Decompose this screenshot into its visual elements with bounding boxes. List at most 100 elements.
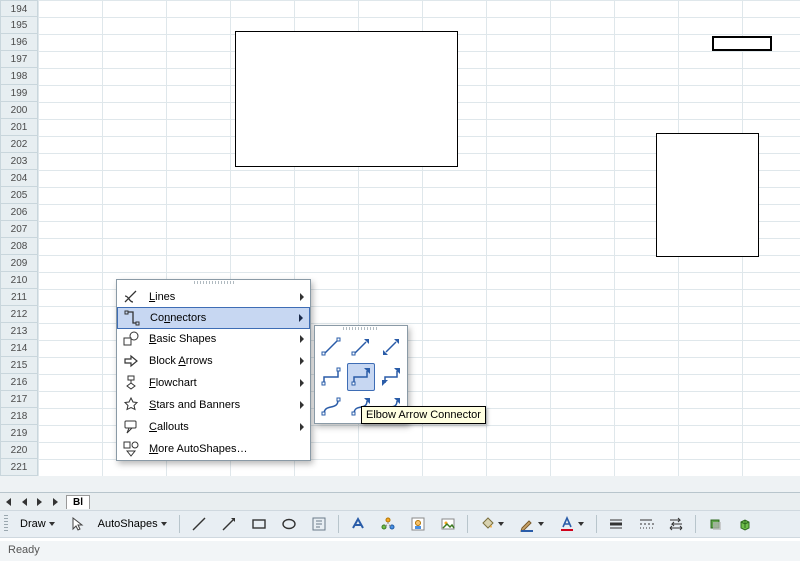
row-header[interactable]: 221 (0, 459, 38, 476)
autoshapes-menu-button[interactable]: AutoShapes (92, 513, 174, 535)
menu-grip[interactable] (194, 281, 234, 284)
menu-item-label: Block Arrows (145, 355, 300, 367)
row-header[interactable]: 204 (0, 170, 38, 187)
clipart-button[interactable] (404, 513, 432, 535)
menu-item-callouts[interactable]: Callouts (117, 416, 310, 438)
textbox-icon (311, 516, 327, 532)
row-header[interactable]: 194 (0, 0, 38, 17)
textbox-tool-button[interactable] (305, 513, 333, 535)
row-header[interactable]: 209 (0, 255, 38, 272)
row-header[interactable]: 218 (0, 408, 38, 425)
fill-color-button[interactable] (473, 513, 511, 535)
menu-item-flowchart[interactable]: Flowchart (117, 372, 310, 394)
oval-tool-button[interactable] (275, 513, 303, 535)
rectangle-tool-button[interactable] (245, 513, 273, 535)
menu-item-block-arrows[interactable]: Block Arrows (117, 350, 310, 372)
row-header[interactable]: 202 (0, 136, 38, 153)
row-header[interactable]: 219 (0, 425, 38, 442)
row-header[interactable]: 213 (0, 323, 38, 340)
row-header[interactable]: 217 (0, 391, 38, 408)
line-tool-button[interactable] (185, 513, 213, 535)
menu-item-label: Flowchart (145, 377, 300, 389)
clipart-icon (410, 516, 426, 532)
elbow-connector[interactable] (317, 363, 345, 391)
row-header[interactable]: 196 (0, 34, 38, 51)
row-header[interactable]: 199 (0, 85, 38, 102)
row-header[interactable]: 211 (0, 289, 38, 306)
autoshapes-menu-label: AutoShapes (98, 518, 158, 530)
connector-icon (349, 335, 373, 359)
line-icon (191, 516, 207, 532)
font-color-button[interactable] (553, 513, 591, 535)
dash-style-icon (638, 516, 654, 532)
row-header[interactable]: 210 (0, 272, 38, 289)
rectangle-icon (251, 516, 267, 532)
insert-picture-button[interactable] (434, 513, 462, 535)
tab-nav-next[interactable] (32, 494, 48, 510)
row-header[interactable]: 212 (0, 306, 38, 323)
straight-double-arrow-connector[interactable] (377, 333, 405, 361)
active-cell[interactable] (712, 36, 772, 51)
diagram-button[interactable] (374, 513, 402, 535)
row-header[interactable]: 220 (0, 442, 38, 459)
row-header[interactable]: 205 (0, 187, 38, 204)
tab-nav-first[interactable] (0, 494, 16, 510)
status-bar: Ready (0, 541, 800, 561)
row-header[interactable]: 195 (0, 17, 38, 34)
line-color-button[interactable] (513, 513, 551, 535)
rectangle-shape[interactable] (656, 133, 759, 257)
menu-item-label: Callouts (145, 421, 300, 433)
tooltip: Elbow Arrow Connector (361, 406, 486, 424)
wordart-button[interactable] (344, 513, 372, 535)
row-header[interactable]: 215 (0, 357, 38, 374)
row-header[interactable]: 203 (0, 153, 38, 170)
elbow-double-arrow-connector[interactable] (377, 363, 405, 391)
curved-connector[interactable] (317, 393, 345, 421)
arrow-style-button[interactable] (662, 513, 690, 535)
menu-item-stars-banners[interactable]: Stars and Banners (117, 394, 310, 416)
3d-style-button[interactable] (731, 513, 759, 535)
connector-icon (319, 365, 343, 389)
line-style-button[interactable] (602, 513, 630, 535)
row-header[interactable]: 201 (0, 119, 38, 136)
callouts-icon (122, 418, 140, 436)
tab-nav-prev[interactable] (16, 494, 32, 510)
menu-item-basic-shapes[interactable]: Basic Shapes (117, 328, 310, 350)
straight-connector[interactable] (317, 333, 345, 361)
row-header[interactable]: 216 (0, 374, 38, 391)
menu-grip[interactable] (343, 327, 379, 330)
menu-item-label: Basic Shapes (145, 333, 300, 345)
select-objects-button[interactable] (64, 513, 90, 535)
menu-item-connectors[interactable]: Connectors (117, 307, 310, 329)
dash-style-button[interactable] (632, 513, 660, 535)
arrow-tool-button[interactable] (215, 513, 243, 535)
draw-menu-button[interactable]: Draw (14, 513, 62, 535)
straight-arrow-connector[interactable] (347, 333, 375, 361)
tab-nav-last[interactable] (48, 494, 64, 510)
oval-icon (281, 516, 297, 532)
rectangle-shape[interactable] (235, 31, 458, 167)
sheet-tab-active[interactable]: Bl (66, 495, 90, 509)
row-header[interactable]: 214 (0, 340, 38, 357)
toolbar-grip[interactable] (4, 515, 8, 533)
menu-item-more-autoshapes[interactable]: More AutoShapes… (117, 438, 310, 460)
elbow-arrow-connector[interactable] (347, 363, 375, 391)
submenu-arrow-icon (300, 335, 304, 343)
shadow-style-button[interactable] (701, 513, 729, 535)
block-arrows-icon (122, 352, 140, 370)
row-header[interactable]: 207 (0, 221, 38, 238)
connector-icon (379, 365, 403, 389)
submenu-arrow-icon (300, 293, 304, 301)
row-header[interactable]: 208 (0, 238, 38, 255)
brush-icon (519, 516, 535, 532)
row-header[interactable]: 198 (0, 68, 38, 85)
submenu-arrow-icon (300, 423, 304, 431)
row-header[interactable]: 197 (0, 51, 38, 68)
row-header[interactable]: 206 (0, 204, 38, 221)
row-header[interactable]: 200 (0, 102, 38, 119)
more-shapes-icon (122, 440, 140, 458)
stars-icon (122, 396, 140, 414)
menu-item-lines[interactable]: Lines (117, 286, 310, 308)
chevron-down-icon (498, 522, 505, 526)
picture-icon (440, 516, 456, 532)
